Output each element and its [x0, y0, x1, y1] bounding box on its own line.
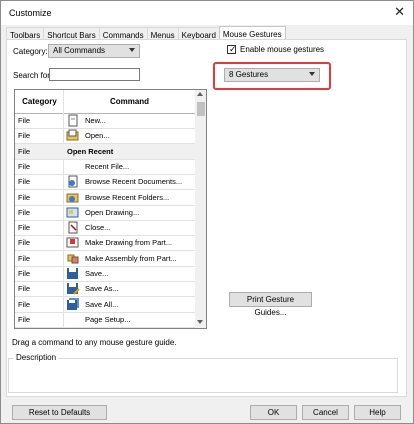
tab-strip: Toolbars Shortcut Bars Commands Menus Keyboa… [6, 25, 286, 43]
table-row[interactable]: File Close... [15, 220, 195, 237]
search-input[interactable] [49, 68, 140, 81]
column-header-category[interactable]: Category [15, 90, 65, 114]
make-drawing-icon [66, 236, 80, 249]
reset-to-defaults-button[interactable]: Reset to Defaults [12, 405, 107, 420]
row-command: Open Drawing... [85, 207, 140, 217]
table-row[interactable]: File Recent File... [15, 159, 195, 175]
description-group: Description [8, 353, 398, 393]
row-category: File [18, 131, 31, 141]
open-drawing-icon [66, 206, 80, 219]
title-bar: Customize ✕ [1, 1, 413, 25]
category-select[interactable]: All Commands [48, 44, 140, 58]
gesture-count-select[interactable]: 8 Gestures [224, 68, 320, 82]
table-row[interactable]: File Page Setup... [15, 312, 195, 328]
scroll-down-icon[interactable] [197, 320, 203, 324]
row-command: Close... [85, 223, 111, 233]
scroll-thumb[interactable] [197, 102, 205, 116]
enable-gestures-checkbox[interactable]: ✓ [227, 44, 237, 54]
row-command: New... [85, 116, 106, 125]
chevron-down-icon [129, 48, 135, 52]
row-category: File [18, 177, 31, 187]
help-button[interactable]: Help [354, 405, 401, 420]
print-gesture-guides-button[interactable]: Print Gesture Guides... [229, 292, 312, 317]
row-category: File [18, 253, 31, 263]
row-command: Make Assembly from Part... [85, 253, 177, 263]
row-category: File [18, 207, 31, 217]
row-command: Save All... [85, 299, 119, 309]
table-row[interactable]: File Save... [15, 266, 195, 282]
row-category: File [18, 314, 31, 324]
row-command: Open Recent [67, 146, 114, 156]
row-command: Browse Recent Documents... [85, 177, 183, 187]
commands-table: Category Command File New... File Open... Fi… [14, 89, 207, 329]
chevron-down-icon [309, 72, 315, 76]
row-category: File [18, 161, 31, 171]
row-command: Save As... [85, 284, 119, 294]
browse-recent-documents-icon [66, 175, 80, 188]
table-row[interactable]: File Open Drawing... [15, 205, 195, 221]
scroll-up-icon[interactable] [197, 92, 203, 96]
row-category: File [18, 299, 31, 309]
table-row[interactable]: File Browse Recent Folders... [15, 190, 195, 206]
row-category: File [18, 223, 31, 233]
row-category: File [18, 284, 31, 294]
row-category: File [18, 238, 31, 248]
open-folder-icon [66, 129, 80, 142]
category-label: Category: [13, 47, 48, 56]
row-command: Open... [85, 131, 110, 141]
row-command: Make Drawing from Part... [85, 238, 173, 248]
enable-gestures-label: Enable mouse gestures [240, 45, 325, 54]
cancel-button[interactable]: Cancel [302, 405, 349, 420]
drag-hint: Drag a command to any mouse gesture guid… [12, 338, 177, 347]
close-icon[interactable]: ✕ [394, 5, 405, 19]
table-row[interactable]: File Make Drawing from Part... [15, 235, 195, 252]
window-title: Customize [9, 8, 52, 18]
table-row[interactable]: File Save All... [15, 297, 195, 313]
make-assembly-icon [66, 252, 80, 265]
new-document-icon [66, 114, 80, 127]
save-icon [66, 267, 80, 280]
row-category: File [18, 116, 31, 125]
close-document-icon [66, 221, 80, 234]
search-label: Search for: [13, 71, 53, 80]
column-header-command[interactable]: Command [64, 90, 196, 114]
save-as-icon [66, 282, 80, 296]
table-row[interactable]: File Open... [15, 128, 195, 145]
table-row[interactable]: File Save As... [15, 281, 195, 298]
ok-button[interactable]: OK [250, 405, 297, 420]
row-category: File [18, 269, 31, 278]
description-label: Description [14, 353, 59, 362]
save-all-icon [66, 297, 80, 311]
table-scrollbar[interactable] [195, 90, 206, 328]
table-row[interactable]: File Make Assembly from Part... [15, 251, 195, 267]
check-icon: ✓ [229, 44, 237, 54]
table-row[interactable]: File New... [15, 113, 195, 129]
row-category: File [18, 192, 31, 202]
row-command: Save... [85, 269, 109, 278]
table-group-row[interactable]: File Open Recent [15, 143, 195, 160]
table-header: Category Command [15, 90, 196, 114]
gesture-count-value: 8 Gestures [229, 70, 269, 79]
row-command: Browse Recent Folders... [85, 192, 170, 202]
table-row[interactable]: File Browse Recent Documents... [15, 174, 195, 191]
row-command: Recent File... [85, 161, 130, 171]
row-category: File [18, 146, 31, 156]
browse-recent-folders-icon [66, 191, 80, 204]
category-select-value: All Commands [53, 46, 106, 55]
row-command: Page Setup... [85, 314, 131, 324]
